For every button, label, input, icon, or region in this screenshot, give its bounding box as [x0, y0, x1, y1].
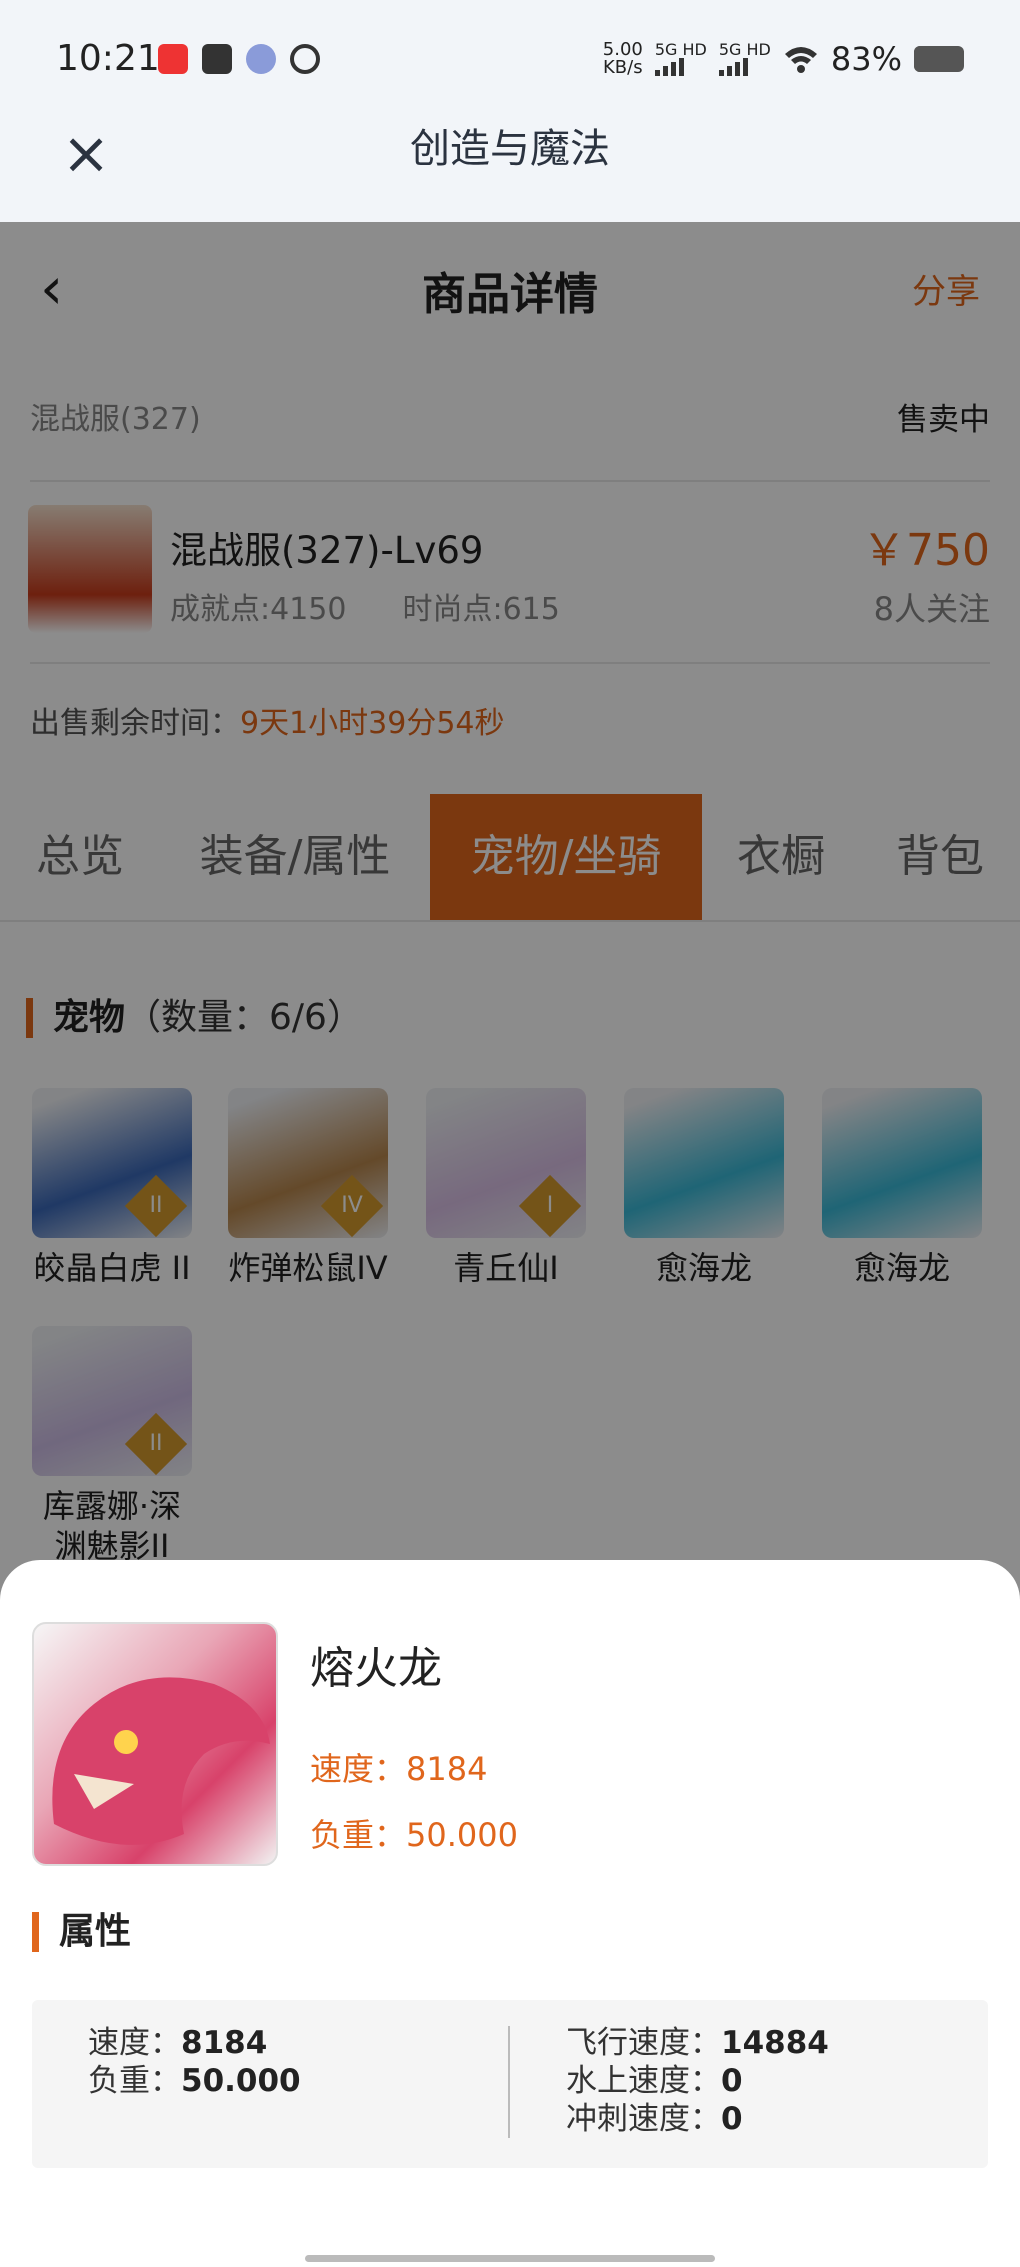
attr-flying-speed: 飞行速度：14884: [566, 2025, 829, 2061]
attributes-right: 飞行速度：14884 水上速度：0 冲刺速度：0: [566, 2024, 829, 2138]
redbook-icon: [158, 44, 188, 74]
attr-divider: [508, 2026, 510, 2138]
dragon-icon: [52, 1677, 270, 1845]
app-top-bar: × 创造与魔法: [0, 124, 1020, 222]
pet-detail-load: 负重：50.000: [310, 1816, 518, 1854]
attributes-left: 速度：8184 负重：50.000: [88, 2024, 301, 2100]
app-title: 创造与魔法: [410, 126, 610, 172]
pet-detail-name: 熔火龙: [310, 1643, 442, 1694]
battery-percent: 83%: [830, 40, 902, 78]
notification-icons: [158, 44, 320, 74]
attr-water-speed: 水上速度：0: [566, 2063, 743, 2099]
net-speed: 5.00 KB/s: [602, 39, 643, 78]
sim1-signal-icon: 5G HD: [654, 42, 707, 76]
status-right: 5.00 KB/s 5G HD 5G HD 83%: [603, 40, 964, 78]
link-icon: [290, 44, 320, 74]
sim2-signal-icon: 5G HD: [718, 42, 771, 76]
status-bar: 10:21 5.00 KB/s 5G HD 5G HD 83%: [0, 0, 1020, 125]
attr-dash-speed: 冲刺速度：0: [566, 2101, 743, 2137]
attr-load: 负重：50.000: [88, 2063, 301, 2099]
pet-detail-sheet: 熔火龙 速度：8184 负重：50.000 属性 速度：8184 负重：50.0…: [0, 1560, 1020, 2267]
home-indicator[interactable]: [305, 2255, 715, 2262]
pet-detail-image: [32, 1622, 278, 1866]
wifi-icon: [784, 47, 817, 73]
pet-detail-speed: 速度：8184: [310, 1750, 488, 1788]
attributes-box: 速度：8184 负重：50.000 飞行速度：14884 水上速度：0 冲刺速度…: [32, 2000, 988, 2168]
attributes-section-title: 属性: [32, 1912, 131, 1952]
battery-icon: [914, 46, 964, 72]
attr-speed: 速度：8184: [88, 2025, 268, 2061]
status-time: 10:21: [56, 38, 160, 79]
cloud-icon: [246, 44, 276, 74]
mail-icon: [202, 44, 232, 74]
